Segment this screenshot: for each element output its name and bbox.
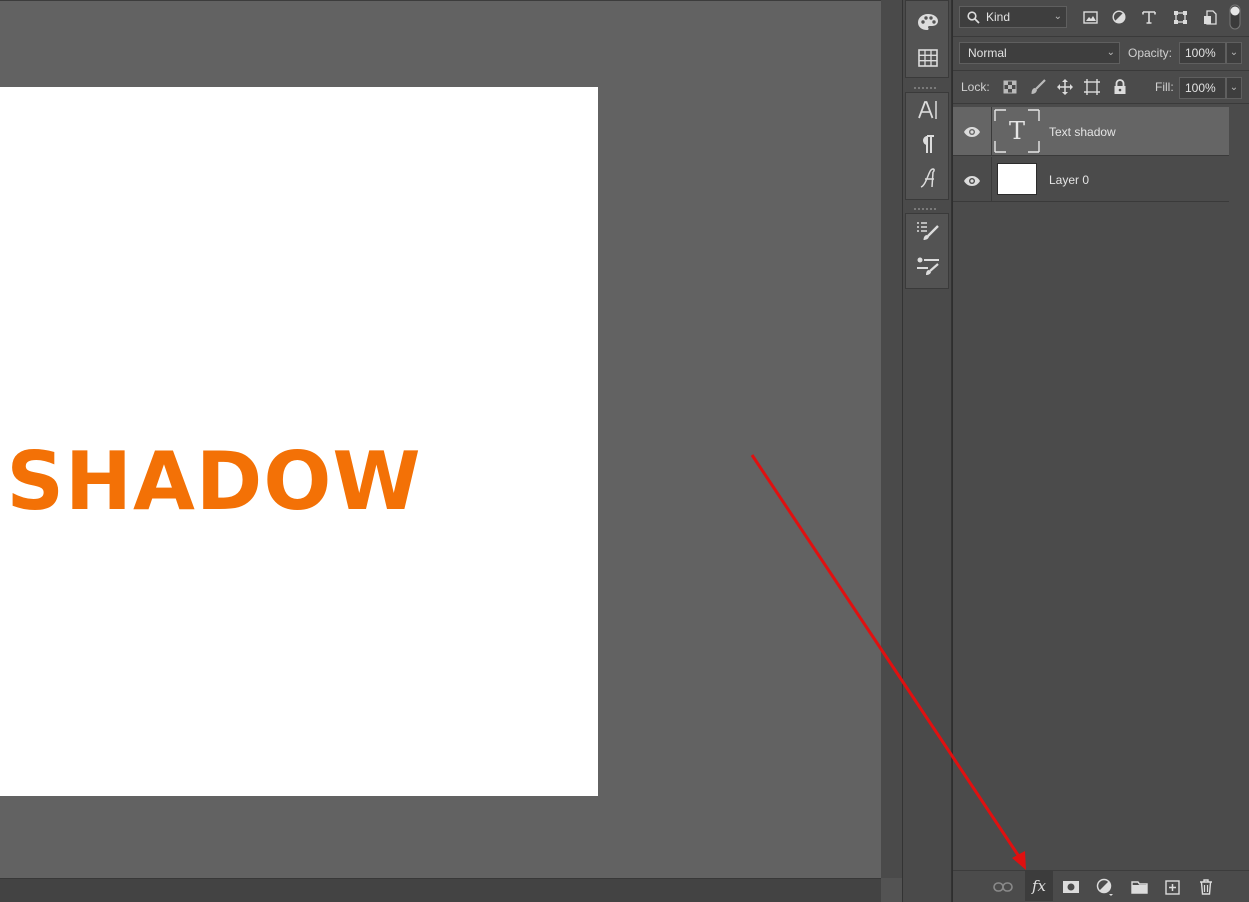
- search-icon: [967, 10, 980, 30]
- blend-mode-value: Normal: [968, 46, 1007, 60]
- panel-grip[interactable]: [914, 87, 936, 89]
- blend-mode-dropdown[interactable]: Normal ⌄: [959, 42, 1120, 64]
- smart-object-filter-icon[interactable]: [1201, 8, 1219, 26]
- group-folder-icon[interactable]: [1129, 878, 1149, 896]
- layer-name[interactable]: Layer 0: [1049, 173, 1089, 187]
- swatches-button[interactable]: [914, 9, 942, 37]
- patterns-button[interactable]: [914, 45, 942, 73]
- divider: [953, 103, 1249, 104]
- vertical-scrollbar[interactable]: [881, 0, 902, 902]
- layer-row-text-shadow[interactable]: T Text shadow: [953, 107, 1229, 156]
- fx-button[interactable]: fx: [1025, 871, 1053, 901]
- lock-image-pixels-icon[interactable]: [1029, 78, 1047, 96]
- chevron-down-icon: ⌄: [1106, 47, 1115, 58]
- visibility-eye-icon[interactable]: [963, 125, 981, 139]
- panel-grip-2[interactable]: [914, 208, 936, 210]
- adjustment-filter-icon[interactable]: [1110, 8, 1128, 26]
- horizontal-scrollbar[interactable]: [0, 878, 881, 902]
- opacity-label: Opacity:: [1128, 46, 1173, 60]
- kind-filter-dropdown[interactable]: Kind ⌄: [959, 6, 1067, 28]
- divider: [953, 70, 1249, 71]
- grid-icon: [918, 48, 938, 70]
- adjustment-layer-icon[interactable]: [1095, 878, 1115, 896]
- fx-icon: fx: [1031, 877, 1046, 895]
- filter-toggle-icon[interactable]: [1228, 4, 1242, 30]
- scrollbar-corner: [881, 878, 902, 902]
- brush-settings-icon: [916, 220, 940, 245]
- lock-transparent-pixels-icon[interactable]: [1001, 78, 1019, 96]
- layer-row-layer-0[interactable]: Layer 0: [953, 157, 1229, 202]
- layer-mask-icon[interactable]: [1061, 878, 1081, 896]
- row-separator: [991, 157, 992, 201]
- document-text: T SHADOW: [0, 435, 422, 528]
- fill-field[interactable]: 100%: [1179, 77, 1226, 99]
- lock-artboard-icon[interactable]: [1083, 78, 1101, 96]
- layers-panel: Kind ⌄ Normal ⌄ Opacity: 100% ⌄ Lock: Fi…: [952, 0, 1249, 902]
- opacity-field[interactable]: 100%: [1179, 42, 1226, 64]
- type-layer-icon: T: [1008, 117, 1025, 145]
- opacity-chevron-button[interactable]: ⌄: [1226, 42, 1242, 64]
- new-layer-icon[interactable]: [1162, 878, 1182, 896]
- panel-icon-strip: [902, 0, 952, 902]
- glyph-icon: [918, 167, 938, 192]
- glyphs-button[interactable]: [914, 165, 942, 193]
- layer-name[interactable]: Text shadow: [1049, 125, 1116, 139]
- visibility-eye-icon[interactable]: [963, 174, 981, 188]
- kind-label: Kind: [986, 10, 1011, 24]
- layers-bottom-bar: fx: [953, 870, 1249, 902]
- character-icon: [917, 99, 939, 124]
- strip-group-3: [905, 213, 949, 289]
- fill-chevron-button[interactable]: ⌄: [1226, 77, 1242, 99]
- shape-filter-icon[interactable]: [1171, 8, 1189, 26]
- brush-settings-button[interactable]: [914, 218, 942, 246]
- type-filter-icon[interactable]: [1140, 8, 1158, 26]
- delete-layer-icon[interactable]: [1196, 878, 1216, 896]
- layer-thumbnail[interactable]: [997, 163, 1037, 195]
- chevron-down-icon: ⌄: [1053, 11, 1062, 22]
- lock-position-icon[interactable]: [1056, 78, 1074, 96]
- strip-group-1: [905, 0, 949, 78]
- palette-icon: [917, 12, 939, 35]
- paragraph-button[interactable]: [914, 131, 942, 159]
- row-separator: [991, 107, 992, 155]
- divider: [953, 36, 1249, 37]
- link-layers-icon[interactable]: [993, 878, 1013, 896]
- lock-all-icon[interactable]: [1111, 78, 1129, 96]
- document-canvas[interactable]: T SHADOW: [0, 87, 598, 796]
- canvas-workspace[interactable]: T SHADOW: [0, 0, 881, 878]
- character-button[interactable]: [914, 97, 942, 125]
- lock-label: Lock:: [961, 80, 990, 94]
- image-filter-icon[interactable]: [1081, 8, 1099, 26]
- paragraph-icon: [920, 134, 936, 157]
- tool-presets-button[interactable]: [914, 254, 942, 282]
- text-layer-thumbnail[interactable]: T: [994, 109, 1040, 153]
- strip-group-2: [905, 92, 949, 200]
- fill-label: Fill:: [1155, 80, 1174, 94]
- tool-presets-icon: [916, 256, 940, 281]
